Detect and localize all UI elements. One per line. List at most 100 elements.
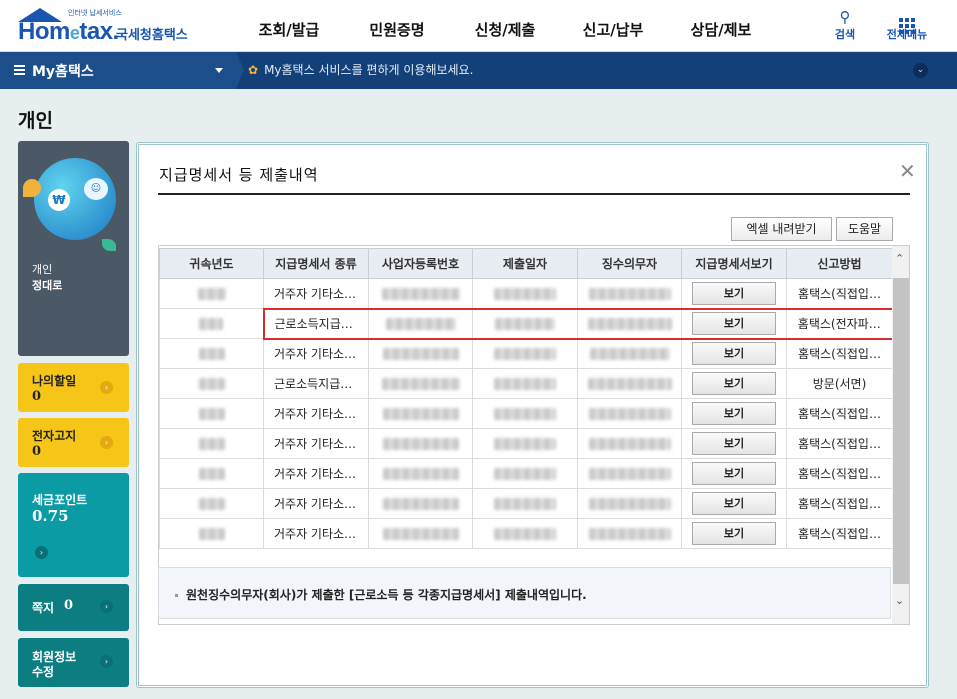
col-business-number[interactable]: 사업자등록번호 bbox=[368, 248, 473, 279]
todo-card[interactable]: 나의할일 0 › bbox=[18, 363, 129, 412]
view-cell: 보기 bbox=[681, 458, 787, 489]
table-row: 근로소득지급… 보기 방문(서면) bbox=[159, 368, 893, 399]
table-row-highlighted: 근로소득지급… 보기 홈택스(전자파… bbox=[159, 307, 894, 340]
chevron-right-icon: › bbox=[100, 436, 113, 449]
type-cell: 거주자 기타소… bbox=[263, 338, 369, 369]
search-button[interactable]: ⚲ 검색 bbox=[820, 8, 870, 42]
logo-wordmark-pre: Hom bbox=[18, 18, 70, 45]
agent-cell bbox=[577, 518, 682, 549]
e-notice-count: 0 bbox=[32, 444, 42, 459]
method-cell: 홈택스(직접입… bbox=[786, 518, 893, 549]
method-cell: 홈택스(직접입… bbox=[786, 278, 893, 309]
col-year[interactable]: 귀속년도 bbox=[159, 248, 264, 279]
logo-wordmark-e: e bbox=[69, 23, 80, 43]
biz-number-cell bbox=[368, 518, 473, 549]
agent-cell bbox=[577, 398, 682, 429]
col-withholding-agent[interactable]: 징수의무자 bbox=[577, 248, 682, 279]
nav-item-application[interactable]: 신청/제출 bbox=[451, 0, 559, 52]
date-cell bbox=[472, 368, 578, 399]
view-button[interactable]: 보기 bbox=[692, 281, 776, 305]
nav-item-certificate[interactable]: 민원증명 bbox=[343, 0, 451, 52]
e-notice-card[interactable]: 전자고지 0 › bbox=[18, 418, 129, 467]
caret-down-icon bbox=[215, 68, 223, 73]
agent-cell bbox=[577, 458, 682, 489]
avatar bbox=[34, 158, 116, 240]
panel-title: 지급명세서 등 제출내역 bbox=[159, 166, 319, 184]
scroll-up-icon[interactable]: ⌃ bbox=[895, 252, 904, 265]
close-icon[interactable]: ✕ bbox=[899, 161, 916, 181]
chevron-down-icon[interactable]: ⌄ bbox=[913, 63, 928, 78]
date-cell bbox=[472, 307, 578, 340]
view-cell: 보기 bbox=[681, 428, 787, 459]
submission-table: 귀속년도 지급명세서 종류 사업자등록번호 제출일자 징수의무자 지급명세서보기… bbox=[159, 248, 894, 549]
view-button[interactable]: 보기 bbox=[692, 402, 776, 425]
menu-arrow-tip bbox=[236, 52, 244, 89]
logo-tagline: 인터넷 납세서비스 bbox=[68, 9, 122, 17]
col-statement-type[interactable]: 지급명세서 종류 bbox=[263, 248, 369, 279]
view-button[interactable]: 보기 bbox=[692, 372, 776, 395]
date-cell bbox=[472, 428, 578, 459]
nav-item-consult[interactable]: 상담/제보 bbox=[667, 0, 775, 52]
logo-subtitle: 국세청홈택스 bbox=[116, 28, 188, 43]
biz-number-cell bbox=[368, 368, 473, 399]
method-cell: 홈택스(직접입… bbox=[786, 458, 893, 489]
e-notice-label: 전자고지 bbox=[32, 429, 77, 443]
search-label: 검색 bbox=[834, 28, 856, 41]
tax-points-card[interactable]: 세금포인트 0.75 › bbox=[18, 473, 129, 577]
search-icon: ⚲ bbox=[839, 8, 851, 26]
view-button[interactable]: 보기 bbox=[692, 342, 776, 366]
biz-number-cell bbox=[368, 307, 473, 340]
all-menu-button[interactable]: 전체메뉴 bbox=[882, 8, 932, 42]
agent-cell bbox=[577, 278, 682, 309]
scroll-thumb[interactable] bbox=[893, 278, 909, 584]
date-cell bbox=[472, 488, 578, 519]
leaf-icon bbox=[102, 239, 116, 251]
vertical-scrollbar[interactable]: ⌃ ⌄ bbox=[892, 246, 909, 624]
logo-wordmark: Hometax. bbox=[18, 18, 119, 46]
todo-count: 0 bbox=[32, 389, 42, 404]
date-cell bbox=[472, 398, 578, 429]
date-cell bbox=[472, 278, 578, 309]
view-button[interactable]: 보기 bbox=[692, 522, 776, 545]
nav-item-inquiry[interactable]: 조회/발급 bbox=[235, 0, 343, 52]
method-cell: 방문(서면) bbox=[786, 368, 893, 399]
hamburger-icon bbox=[14, 65, 25, 75]
page-title: 개인 bbox=[18, 110, 53, 132]
year-cell bbox=[159, 458, 264, 489]
heart-icon bbox=[23, 179, 41, 197]
col-submit-date[interactable]: 제출일자 bbox=[472, 248, 578, 279]
view-cell: 보기 bbox=[681, 307, 787, 340]
info-message: 원천징수의무자(회사)가 제출한 [근로소득 등 각종지급명세서] 제출내역입니… bbox=[186, 588, 587, 602]
year-cell bbox=[159, 338, 264, 369]
excel-download-button[interactable]: 엑셀 내려받기 bbox=[731, 217, 832, 241]
tax-points-label: 세금포인트 bbox=[32, 493, 88, 507]
type-cell: 근로소득지급… bbox=[262, 307, 369, 340]
col-view[interactable]: 지급명세서보기 bbox=[681, 248, 787, 279]
date-cell bbox=[472, 518, 578, 549]
biz-number-cell bbox=[368, 278, 473, 309]
chevron-right-icon: › bbox=[100, 655, 113, 668]
year-cell bbox=[159, 398, 264, 429]
hometax-logo[interactable]: 인터넷 납세서비스 Hometax. 국세청홈택스 bbox=[16, 6, 196, 46]
biz-number-cell bbox=[368, 428, 473, 459]
agent-cell bbox=[577, 488, 682, 519]
table-row: 거주자 기타소… 보기 홈택스(직접입… bbox=[159, 278, 893, 309]
chevron-right-icon: › bbox=[100, 600, 113, 613]
my-hometax-dropdown[interactable]: My홈택스 bbox=[0, 52, 236, 89]
sub-bar: My홈택스 ✿ My홈택스 서비스를 편하게 이용해보세요. ⌄ bbox=[0, 52, 957, 89]
submission-history-panel: 지급명세서 등 제출내역 ✕ 엑셀 내려받기 도움말 귀속년도 지급명세서 종류… bbox=[136, 142, 929, 688]
view-button[interactable]: 보기 bbox=[692, 492, 776, 515]
view-button[interactable]: 보기 bbox=[692, 312, 776, 335]
notice-text: ✿ My홈택스 서비스를 편하게 이용해보세요. bbox=[248, 52, 473, 89]
col-report-method[interactable]: 신고방법 bbox=[786, 248, 893, 279]
agent-cell bbox=[577, 368, 682, 399]
nav-item-report[interactable]: 신고/납부 bbox=[559, 0, 667, 52]
member-info-card[interactable]: 회원정보 수정 › bbox=[18, 638, 129, 687]
method-cell: 홈택스(직접입… bbox=[786, 488, 893, 519]
view-button[interactable]: 보기 bbox=[692, 462, 776, 485]
memo-card[interactable]: 쪽지 0 › bbox=[18, 584, 129, 631]
memo-count: 0 bbox=[64, 598, 74, 613]
scroll-down-icon[interactable]: ⌄ bbox=[895, 594, 904, 607]
help-button[interactable]: 도움말 bbox=[836, 217, 893, 241]
view-button[interactable]: 보기 bbox=[692, 432, 776, 455]
